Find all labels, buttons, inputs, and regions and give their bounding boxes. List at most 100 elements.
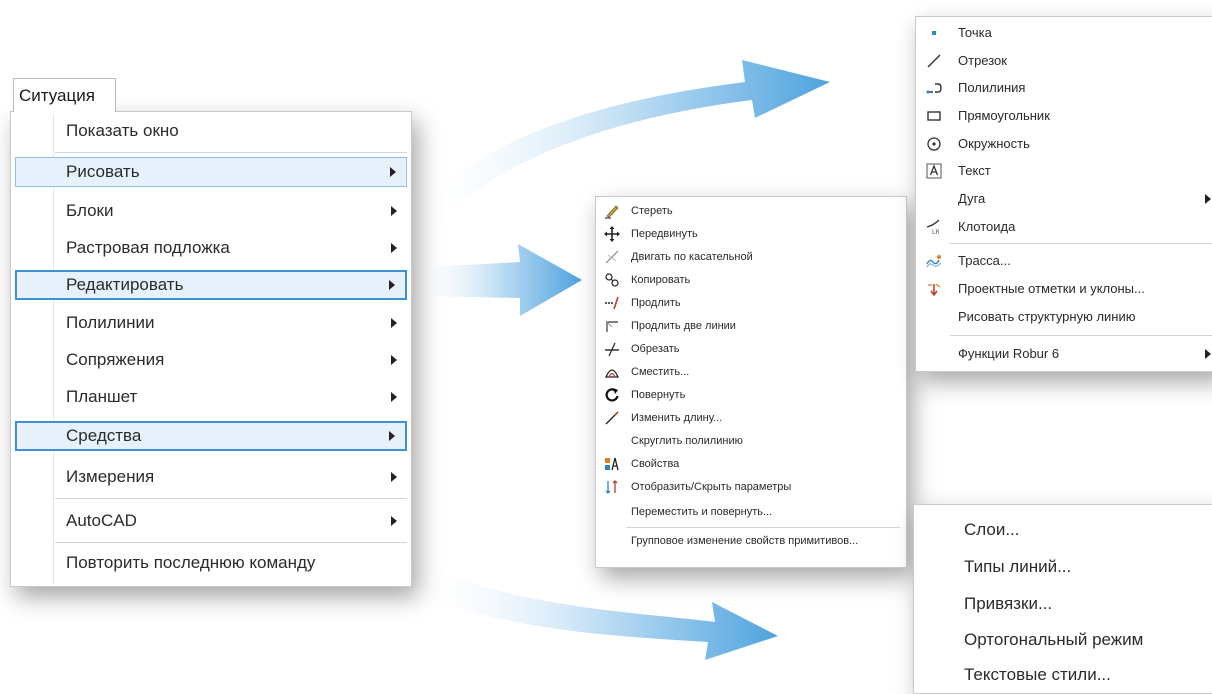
submenu-arrow-icon [391,243,397,253]
edit-item-extend[interactable]: Продлить [604,292,900,315]
menu-item-draw[interactable]: Рисовать [15,157,407,187]
draw-item-label: Точка [958,25,992,40]
separator [950,243,1212,244]
separator [55,542,407,543]
edit-item-offset[interactable]: Сместить... [604,361,900,384]
draw-item-point[interactable]: Точка [920,19,1211,47]
draw-item-label: Трасса... [958,253,1011,268]
menu-item-autocad[interactable]: AutoCAD [15,506,407,536]
edit-item-properties[interactable]: Свойства [604,453,900,476]
rectangle-icon [927,111,941,121]
draw-item-label: Рисовать структурную линию [958,309,1136,324]
line-icon [927,54,941,68]
draw-item-label: Клотоида [958,219,1016,234]
draw-item-design-elevations[interactable]: Проектные отметки и уклоны... [920,275,1211,303]
separator [626,527,900,528]
menu-item-tablet[interactable]: Планшет [15,382,407,412]
draw-item-structural-line[interactable]: Рисовать структурную линию [920,303,1211,331]
draw-item-label: Отрезок [958,53,1007,68]
menu-item-fillets[interactable]: Сопряжения [15,345,407,375]
draw-item-arc[interactable]: Дуга [920,185,1211,213]
edit-item-tangent-move[interactable]: Двигать по касательной [604,246,900,269]
submenu-arrow-icon [1205,194,1211,204]
elevations-icon [928,283,941,297]
parameters-icon [605,480,618,494]
menu-item-label: Измерения [66,467,155,486]
trim-icon [605,342,619,357]
draw-item-label: Полилиния [958,80,1026,95]
draw-item-text[interactable]: Текст [920,157,1211,185]
edit-item-label: Скруглить полилинию [631,435,743,447]
tools-item-snaps[interactable]: Привязки... [964,594,1052,614]
edit-submenu: Стереть Передвинуть Двигать по касательн… [595,196,907,568]
draw-item-label: Проектные отметки и уклоны... [958,281,1145,296]
submenu-arrow-icon [391,516,397,526]
edit-item-label: Обрезать [631,343,680,355]
edit-item-label: Повернуть [631,389,686,401]
submenu-arrow-icon [391,206,397,216]
menu-item-edit[interactable]: Редактировать [15,270,407,300]
edit-item-move-and-rotate[interactable]: Переместить и повернуть... [604,501,900,524]
draw-item-route[interactable]: Трасса... [920,247,1211,275]
submenu-arrow-icon [389,280,395,290]
extend-two-icon [606,321,618,332]
menu-item-measurements[interactable]: Измерения [15,462,407,492]
menu-item-label: Повторить последнюю команду [66,553,316,572]
polyline-icon [926,83,942,94]
draw-item-robur-functions[interactable]: Функции Robur 6 [920,340,1211,368]
submenu-arrow-icon [391,472,397,482]
edit-item-label: Сместить... [631,366,690,378]
submenu-arrow-icon [391,392,397,402]
draw-item-clothoid[interactable]: LR Клотоида [920,213,1211,241]
edit-item-extend-two[interactable]: Продлить две линии [604,315,900,338]
edit-item-copy[interactable]: Копировать [604,269,900,292]
edit-item-label: Отобразить/Скрыть параметры [631,481,792,493]
menu-item-label: Блоки [66,201,114,220]
draw-item-label: Функции Robur 6 [958,346,1060,361]
edit-item-label: Стереть [631,205,673,217]
arrow-to-edit-menu [410,244,582,316]
edit-item-trim[interactable]: Обрезать [604,338,900,361]
menu-item-label: Рисовать [66,162,140,181]
draw-item-circle[interactable]: Окружность [920,130,1211,158]
clothoid-icon: LR [926,219,940,235]
menu-item-raster-underlay[interactable]: Растровая подложка [15,233,407,263]
edit-item-erase[interactable]: Стереть [604,200,900,223]
edit-item-move[interactable]: Передвинуть [604,223,900,246]
svg-text:LR: LR [932,229,940,235]
edit-item-label: Свойства [631,458,680,470]
tools-item-linetypes[interactable]: Типы линий... [964,557,1071,577]
edit-item-label: Продлить [631,297,681,309]
draw-item-polyline[interactable]: Полилиния [920,74,1211,102]
tools-item-ortho-mode[interactable]: Ортогональный режим [964,630,1143,650]
edit-item-rotate[interactable]: Повернуть [604,384,900,407]
offset-icon [605,369,619,378]
copy-icon [605,273,619,287]
submenu-arrow-icon [390,167,396,177]
menu-item-repeat-last-command[interactable]: Повторить последнюю команду [15,548,407,578]
edit-item-label: Групповое изменение свойств примитивов..… [631,535,859,547]
tools-item-layers[interactable]: Слои... [964,520,1020,540]
point-icon [932,31,936,35]
menu-item-tools[interactable]: Средства [15,421,407,451]
text-icon [926,163,942,179]
menu-tab-situation[interactable]: Ситуация [13,78,116,112]
route-icon [926,255,942,268]
edit-item-show-hide-parameters[interactable]: Отобразить/Скрыть параметры [604,476,900,499]
edit-item-label: Продлить две линии [631,320,736,332]
edit-item-group-change-properties[interactable]: Групповое изменение свойств примитивов..… [604,530,900,553]
draw-item-segment[interactable]: Отрезок [920,47,1211,75]
submenu-arrow-icon [391,318,397,328]
edit-item-lengthen[interactable]: Изменить длину... [604,407,900,430]
menu-item-polylines[interactable]: Полилинии [15,308,407,338]
menu-item-show-window[interactable]: Показать окно [15,116,407,146]
menu-item-label: Сопряжения [66,350,165,369]
menu-item-label: Редактировать [66,275,184,294]
tools-item-text-styles[interactable]: Текстовые стили... [964,665,1111,685]
menu-item-blocks[interactable]: Блоки [15,196,407,226]
submenu-arrow-icon [391,355,397,365]
draw-item-rectangle[interactable]: Прямоугольник [920,102,1211,130]
edit-item-fillet-polyline[interactable]: Скруглить полилинию [604,430,900,453]
separator [55,152,407,153]
submenu-arrow-icon [1205,349,1211,359]
